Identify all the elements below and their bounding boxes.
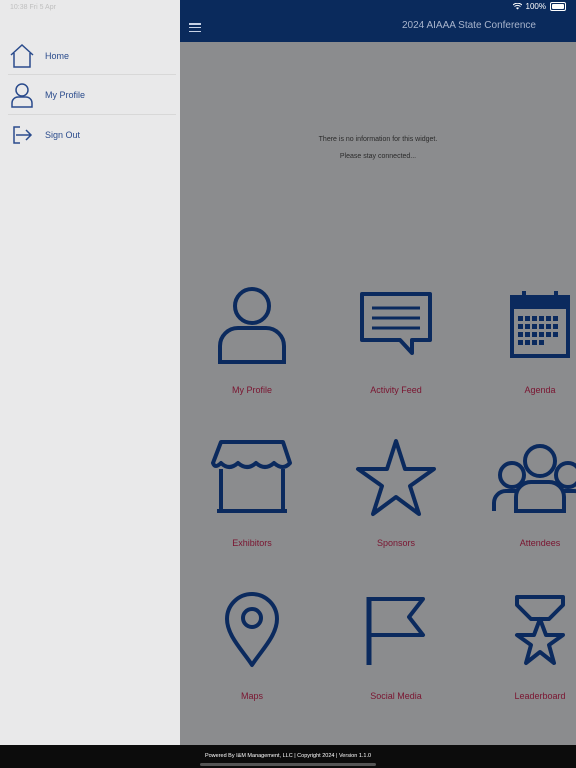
sidebar: 10:38 Fri 5 Apr Home My Profile Sign Out bbox=[0, 0, 180, 745]
tile-social-media[interactable]: Social Media bbox=[336, 586, 456, 716]
menu-button[interactable] bbox=[189, 23, 201, 33]
home-icon bbox=[8, 42, 36, 70]
widget-empty-message: There is no information for this widget. bbox=[318, 136, 438, 143]
footer: Powered By I&M Management, LLC | Copyrig… bbox=[0, 745, 576, 768]
calendar-icon bbox=[480, 280, 576, 368]
sidebar-item-sign-out[interactable]: Sign Out bbox=[0, 116, 180, 154]
tile-label: Activity Feed bbox=[370, 385, 422, 395]
sidebar-item-home[interactable]: Home bbox=[0, 37, 180, 75]
sidebar-item-label: My Profile bbox=[45, 90, 86, 100]
trophy-icon bbox=[480, 586, 576, 674]
tile-activity-feed[interactable]: Activity Feed bbox=[336, 280, 456, 410]
tile-label: Exhibitors bbox=[232, 538, 272, 548]
divider bbox=[8, 74, 176, 75]
tile-label: Attendees bbox=[519, 538, 561, 548]
sidebar-item-my-profile[interactable]: My Profile bbox=[0, 76, 180, 114]
status-indicators: 100% bbox=[512, 2, 566, 11]
tile-label: Maps bbox=[240, 691, 263, 701]
tile-label: Sponsors bbox=[376, 538, 416, 548]
battery-percent: 100% bbox=[525, 2, 546, 11]
wifi-icon bbox=[512, 3, 522, 10]
star-icon bbox=[336, 433, 456, 521]
status-time: 10:38 bbox=[10, 4, 28, 11]
group-icon bbox=[480, 433, 576, 521]
widget-stay-connected: Please stay connected... bbox=[339, 153, 417, 160]
tile-agenda[interactable]: Agenda bbox=[480, 280, 576, 410]
tile-label: Social Media bbox=[370, 691, 422, 701]
app-header: 2024 AIAAA State Conference 100% bbox=[180, 0, 576, 42]
tile-label: My Profile bbox=[231, 385, 272, 395]
status-date: Fri 5 Apr bbox=[29, 4, 56, 11]
flag-icon bbox=[336, 586, 456, 674]
sign-out-icon bbox=[8, 121, 36, 149]
tile-my-profile[interactable]: My Profile bbox=[192, 280, 312, 410]
tile-leaderboard[interactable]: Leaderboard bbox=[480, 586, 576, 716]
user-icon bbox=[192, 280, 312, 368]
page-title: 2024 AIAAA State Conference bbox=[402, 20, 536, 31]
chat-icon bbox=[336, 280, 456, 368]
tile-label: Leaderboard bbox=[514, 691, 566, 701]
tile-exhibitors[interactable]: Exhibitors bbox=[192, 433, 312, 563]
divider bbox=[8, 114, 176, 115]
home-indicator[interactable] bbox=[200, 763, 376, 766]
status-time-date: 10:38 Fri 5 Apr bbox=[10, 4, 56, 11]
booth-icon bbox=[192, 433, 312, 521]
footer-copyright: Powered By I&M Management, LLC | Copyrig… bbox=[204, 753, 372, 759]
tile-maps[interactable]: Maps bbox=[192, 586, 312, 716]
map-pin-icon bbox=[192, 586, 312, 674]
tile-label: Agenda bbox=[524, 385, 556, 395]
tile-sponsors[interactable]: Sponsors bbox=[336, 433, 456, 563]
battery-icon bbox=[550, 2, 566, 11]
sidebar-item-label: Home bbox=[45, 51, 70, 61]
tile-attendees[interactable]: Attendees bbox=[480, 433, 576, 563]
sidebar-item-label: Sign Out bbox=[45, 130, 81, 140]
user-icon bbox=[8, 81, 36, 109]
